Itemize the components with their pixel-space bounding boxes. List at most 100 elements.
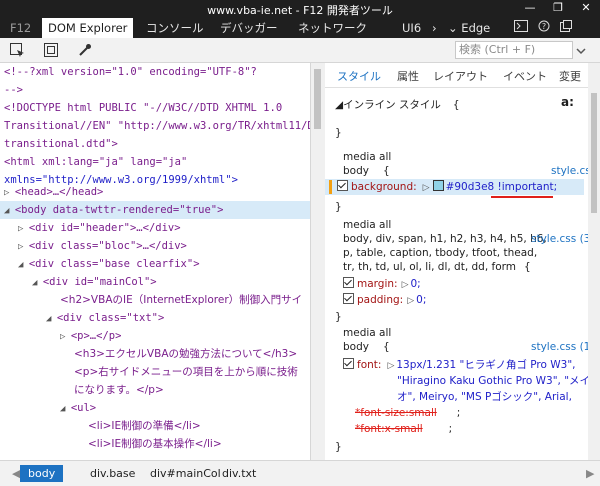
breadcrumb-item[interactable]: div.base — [82, 465, 143, 482]
tab-styles[interactable]: スタイル — [337, 68, 381, 84]
checkbox-icon[interactable] — [343, 277, 354, 288]
dom-line[interactable]: <li>IE制御の基本操作</li> — [88, 435, 222, 453]
expand-arrow-icon[interactable]: ▷ — [4, 188, 15, 198]
property-value: 13px/1.231 "ヒラギノ角ゴ Pro W3", — [396, 359, 576, 371]
search-next-icon[interactable] — [572, 42, 590, 60]
highlight-element-icon[interactable] — [42, 41, 60, 59]
undock-button[interactable] — [554, 18, 578, 38]
restore-button[interactable]: ❐ — [544, 0, 572, 16]
close-button[interactable]: ✕ — [572, 0, 600, 16]
checkbox-icon[interactable] — [343, 358, 354, 369]
expand-arrow-icon[interactable]: ▷ — [18, 224, 29, 234]
struck-property-font-size[interactable]: *font-size:small; — [355, 407, 460, 419]
chevron-right-icon[interactable]: ▶ — [578, 465, 600, 482]
property-value: 0; — [416, 294, 427, 306]
dom-line[interactable]: ▷ <p>…</p> — [60, 327, 121, 345]
chevron-right-icon[interactable]: › — [426, 18, 443, 38]
dom-line[interactable]: ▷ <head>…</head> — [4, 183, 103, 201]
selector-line[interactable]: body, div, span, h1, h2, h3, h4, h5, h6, — [343, 233, 547, 245]
dom-line[interactable]: ◢ <ul> — [60, 399, 96, 417]
dom-line[interactable]: <!--?xml version="1.0" encoding="UTF-8"? — [4, 63, 257, 81]
dom-line-selected[interactable]: ◢ <body data-twttr-rendered="true"> — [4, 201, 223, 219]
collapse-arrow-icon[interactable]: ◢ — [32, 278, 43, 288]
breadcrumb-item[interactable]: body — [20, 465, 64, 482]
search-input[interactable]: 検索 (Ctrl + F) — [455, 41, 573, 59]
console-toggle-button[interactable] — [508, 18, 534, 38]
dom-line[interactable]: --> — [4, 81, 23, 99]
property-value-continued: "Hiragino Kaku Gothic Pro W3", "メイリ — [397, 375, 600, 387]
dom-line[interactable]: Transitional//EN" "http://www.w3.org/TR/… — [4, 117, 310, 135]
dom-line[interactable]: ◢ <div id="mainCol"> — [32, 273, 157, 291]
expand-arrow-icon[interactable]: ▷ — [423, 183, 430, 193]
dom-line[interactable]: になります。</p> — [74, 381, 164, 399]
dom-line-text: <div class="bloc">…</div> — [28, 240, 187, 252]
expand-arrow-icon[interactable]: ▷ — [387, 361, 394, 371]
property-padding[interactable]: padding: ▷ 0; — [343, 293, 426, 306]
dom-line[interactable]: ◢ <div class="txt"> — [46, 309, 164, 327]
dom-line[interactable]: ◢ <div class="base clearfix"> — [18, 255, 200, 273]
select-element-icon[interactable] — [8, 41, 26, 59]
dom-line[interactable]: <!DOCTYPE html PUBLIC "-//W3C//DTD XHTML… — [4, 99, 282, 117]
dom-scrollbar[interactable] — [310, 63, 325, 460]
tab-console[interactable]: コンソール — [140, 18, 210, 38]
rule-selector[interactable]: body { — [343, 165, 390, 177]
struck-property-font[interactable]: *font:x-small; — [355, 423, 452, 435]
dom-line-text: <ul> — [70, 402, 97, 414]
selector-text: tr, th, td, ul, ol, li, dl, dt, dd, form — [343, 261, 516, 273]
checkbox-icon[interactable] — [337, 180, 348, 191]
collapse-arrow-icon[interactable]: ◢ — [46, 314, 57, 324]
breadcrumb-item[interactable]: div.txt — [214, 465, 264, 482]
dom-line-text: <div id="mainCol"> — [42, 276, 157, 288]
checkbox-icon[interactable] — [343, 293, 354, 304]
color-picker-icon[interactable] — [76, 41, 94, 59]
expand-arrow-icon[interactable]: ▷ — [60, 332, 71, 342]
tab-events[interactable]: イベント — [503, 68, 547, 84]
rule-selector[interactable]: body { — [343, 341, 390, 353]
styles-scrollbar[interactable] — [588, 63, 600, 460]
dom-line[interactable]: transitional.dtd"> — [4, 135, 118, 153]
computed-font-glyph[interactable]: a: — [561, 95, 574, 109]
chevron-down-icon: ⌄ — [448, 21, 462, 35]
dom-line[interactable]: ▷ <div id="header">…</div> — [18, 219, 181, 237]
minimize-button[interactable]: — — [516, 0, 544, 16]
collapse-arrow-icon[interactable]: ◢ — [4, 206, 15, 216]
title-bar: www.vba-ie.net - F12 開発者ツール — ❐ ✕ F12 DO… — [0, 0, 600, 38]
dom-line[interactable]: <h2>VBAのIE（InternetExplorer）制御入門サイ — [60, 291, 302, 309]
tab-debugger[interactable]: デバッガー — [214, 18, 284, 38]
tab-dom-explorer[interactable]: DOM Explorer — [42, 18, 134, 38]
styles-scrollbar-thumb[interactable] — [591, 93, 597, 213]
collapse-arrow-icon[interactable]: ◢ — [18, 260, 29, 270]
tab-layout[interactable]: レイアウト — [433, 68, 488, 84]
dom-line[interactable]: <p>右サイドメニューの項目を上から順に技術 — [74, 363, 298, 381]
tab-network[interactable]: ネットワーク — [292, 18, 373, 38]
dom-line[interactable]: <h3>エクセルVBAの勉強方法について</h3> — [74, 345, 297, 363]
dom-scrollbar-thumb[interactable] — [314, 69, 321, 129]
property-background[interactable]: background: ▷ #90d3e8 !important; — [337, 180, 557, 193]
collapse-arrow-icon[interactable]: ◢ — [60, 404, 71, 414]
property-margin[interactable]: margin: ▷ 0; — [343, 277, 421, 290]
dom-line[interactable]: <html xml:lang="ja" lang="ja" — [4, 153, 187, 171]
tab-ui[interactable]: UI6 — [396, 18, 427, 38]
dom-line[interactable]: <li>IE制御の準備</li> — [88, 417, 201, 435]
tab-changes[interactable]: 変更 — [559, 68, 581, 84]
struck-end: ; — [456, 407, 461, 419]
tab-attributes[interactable]: 属性 — [397, 68, 419, 84]
inline-style-header[interactable]: ◢インライン スタイル { — [335, 97, 460, 112]
struck-end: ; — [448, 423, 453, 435]
dom-line-text: になります。</p> — [74, 384, 164, 396]
selector-line[interactable]: tr, th, td, ul, ol, li, dl, dt, dd, form… — [343, 261, 531, 273]
expand-arrow-icon[interactable]: ▷ — [402, 280, 409, 290]
selector-line[interactable]: p, table, caption, tbody, tfoot, thead, — [343, 247, 537, 259]
collapse-arrow-icon: ◢ — [335, 99, 344, 111]
struck-text: *font-size:small — [355, 407, 437, 419]
property-font[interactable]: font: ▷ 13px/1.231 "ヒラギノ角ゴ Pro W3", — [343, 357, 576, 372]
emulation-dropdown[interactable]: ⌄ Edge — [442, 18, 496, 38]
open-brace: { — [524, 261, 531, 273]
expand-arrow-icon[interactable]: ▷ — [407, 296, 414, 306]
expand-arrow-icon[interactable]: ▷ — [18, 242, 29, 252]
help-button[interactable]: ? — [532, 18, 556, 38]
selector-text: body — [343, 341, 369, 353]
dom-line[interactable]: ▷ <div class="bloc">…</div> — [18, 237, 187, 255]
property-name: padding: — [357, 294, 404, 306]
color-swatch[interactable] — [432, 180, 444, 191]
